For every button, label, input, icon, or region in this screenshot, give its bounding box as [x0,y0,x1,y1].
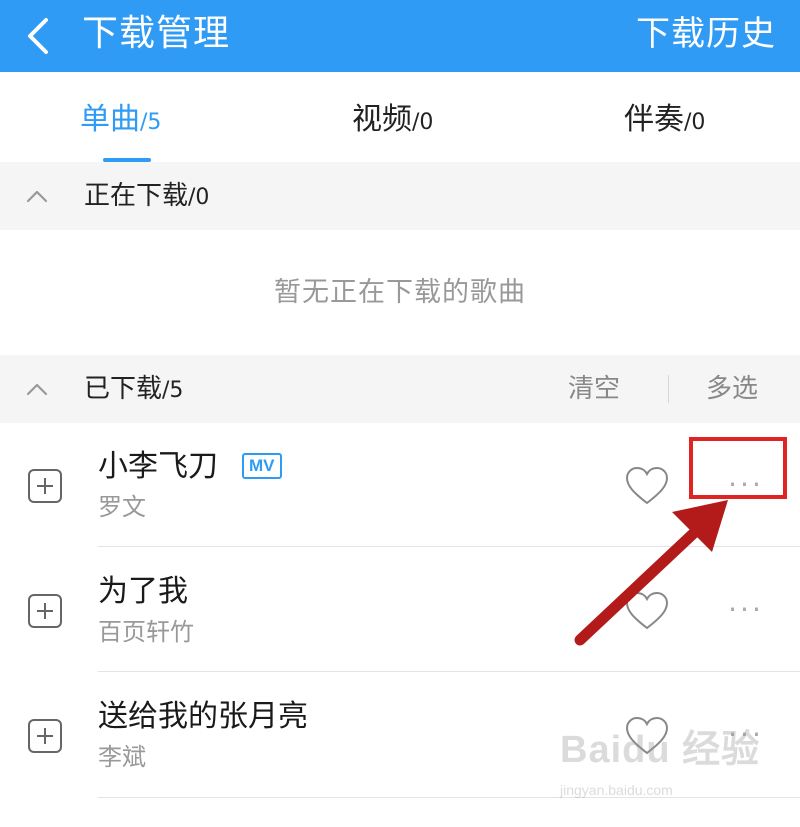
watermark-url: jingyan.baidu.com [560,782,673,798]
downloading-label: 正在下载/0 [84,178,209,216]
download-history-button[interactable]: 下载历史 [636,6,776,62]
tab-videos-label: 视频 [352,102,412,137]
song-title: 为了我 [98,574,188,609]
song-row[interactable]: 为了我 百页轩竹 ··· [0,548,800,672]
clear-button[interactable]: 清空 [568,371,620,407]
tab-singles[interactable]: 单曲/5 [80,100,161,140]
add-to-playlist-icon[interactable] [26,592,64,630]
row-divider [98,546,800,547]
downloaded-label: 已下载/5 [84,371,183,409]
tab-singles-label: 单曲 [80,102,140,137]
mv-badge[interactable]: MV [242,453,282,479]
heart-outline-icon[interactable] [624,465,670,507]
chevron-left-icon[interactable] [18,14,62,58]
tab-bar: 单曲/5 视频/0 伴奏/0 [0,72,800,162]
annotation-highlight-box [689,437,787,499]
heart-outline-icon[interactable] [624,590,670,632]
downloaded-section-header: 已下载/5 清空 多选 [0,355,800,423]
multi-select-button[interactable]: 多选 [706,371,758,407]
downloading-title: 正在下载 [84,181,189,211]
song-title: 送给我的张月亮 [98,699,308,734]
downloading-section-header[interactable]: 正在下载/0 [0,162,800,230]
chevron-up-icon[interactable] [24,377,50,403]
header-divider [668,375,669,403]
tab-accompaniment[interactable]: 伴奏/0 [624,100,705,140]
more-options-button[interactable]: ··· [722,592,770,632]
add-to-playlist-icon[interactable] [26,717,64,755]
tab-videos[interactable]: 视频/0 [352,100,433,140]
song-title: 小李飞刀 [98,449,218,484]
tab-accompaniment-label: 伴奏 [624,102,684,137]
tab-singles-count: /5 [140,110,162,135]
top-bar: 下载管理 下载历史 [0,0,800,72]
downloading-count: /0 [188,185,210,210]
song-artist: 罗文 [98,493,146,521]
downloaded-title: 已下载 [84,374,163,404]
song-row[interactable]: 小李飞刀 MV 罗文 ··· [0,423,800,547]
song-artist: 百页轩竹 [98,618,194,646]
page-title: 下载管理 [82,13,231,54]
row-divider [98,671,800,672]
watermark-brand: Baidu 经验 [560,729,761,771]
tab-accompaniment-count: /0 [684,110,706,135]
tab-videos-count: /0 [412,110,434,135]
baidu-jingyan-watermark: Baidu 经验 jingyan.baidu.com [560,718,790,818]
empty-downloading-message: 暂无正在下载的歌曲 [274,277,526,308]
chevron-up-icon[interactable] [24,184,50,210]
song-artist: 李斌 [98,743,146,771]
add-to-playlist-icon[interactable] [26,467,64,505]
downloaded-count: /5 [162,378,184,403]
